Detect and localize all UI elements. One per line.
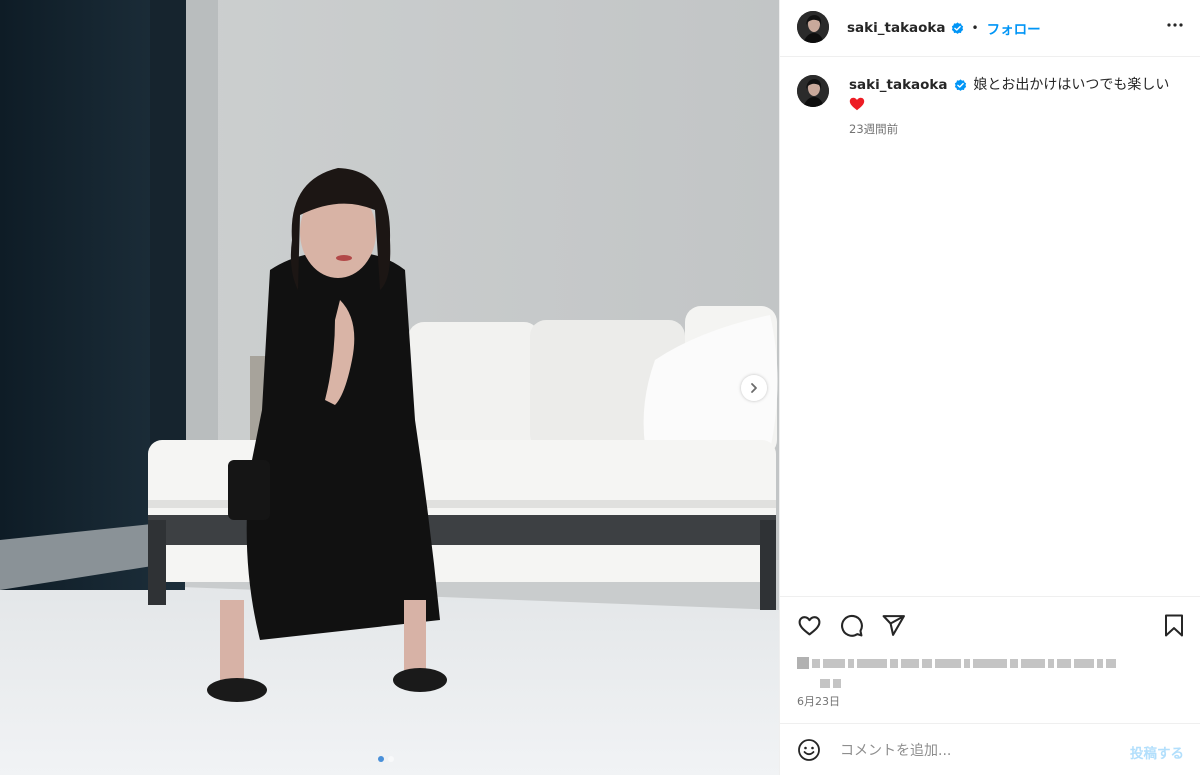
heart-emoji-icon — [849, 97, 865, 111]
send-icon — [882, 615, 905, 636]
caption-username[interactable]: saki_takaoka — [849, 77, 948, 93]
verified-badge-icon — [951, 21, 963, 34]
profile-photo — [797, 11, 829, 43]
carousel-dot-1 — [378, 756, 384, 762]
share-button[interactable] — [881, 613, 906, 642]
post-sidebar: saki_takaoka • フォロー saki_takaoka 娘とお出かけは… — [779, 0, 1200, 775]
post-header: saki_takaoka • フォロー — [780, 0, 1200, 57]
post-comment-button[interactable]: 投稿する — [1130, 742, 1184, 762]
post-date[interactable]: 6月23日 — [797, 693, 840, 709]
post-time-ago[interactable]: 23週間前 — [849, 121, 898, 137]
username[interactable]: saki_takaoka — [847, 20, 946, 36]
caption-avatar[interactable] — [797, 75, 829, 107]
obscured-likes-text — [797, 657, 1116, 669]
avatar[interactable] — [797, 11, 829, 43]
comment-bar: 投稿する — [780, 723, 1200, 775]
profile-photo — [797, 75, 829, 107]
caption-text: 娘とお出かけはいつでも楽しい — [973, 77, 1170, 93]
like-button[interactable] — [797, 613, 822, 642]
obscured-likes-text-2 — [820, 677, 841, 689]
save-button[interactable] — [1163, 613, 1185, 642]
carousel-dot-2 — [388, 756, 394, 762]
carousel-indicator — [378, 756, 394, 762]
bookmark-icon — [1165, 614, 1183, 637]
more-horizontal-icon — [1167, 23, 1183, 27]
comment-icon — [841, 614, 863, 637]
carousel-next-button[interactable] — [741, 375, 767, 401]
post-photo — [0, 0, 779, 775]
emoji-button[interactable] — [797, 738, 821, 766]
comment-button[interactable] — [839, 613, 864, 642]
heart-icon — [798, 616, 821, 636]
caption: saki_takaoka 娘とお出かけはいつでも楽しい — [849, 75, 1189, 115]
post-media[interactable] — [0, 0, 779, 775]
chevron-right-icon — [751, 383, 757, 393]
comment-input[interactable] — [838, 738, 1122, 764]
verified-badge-icon — [954, 79, 967, 91]
separator-dot: • — [971, 21, 979, 35]
action-bar: 6月23日 — [780, 596, 1200, 723]
follow-button[interactable]: フォロー — [987, 18, 1041, 38]
emoji-smile-icon — [798, 739, 820, 761]
more-options-button[interactable] — [1166, 16, 1184, 38]
